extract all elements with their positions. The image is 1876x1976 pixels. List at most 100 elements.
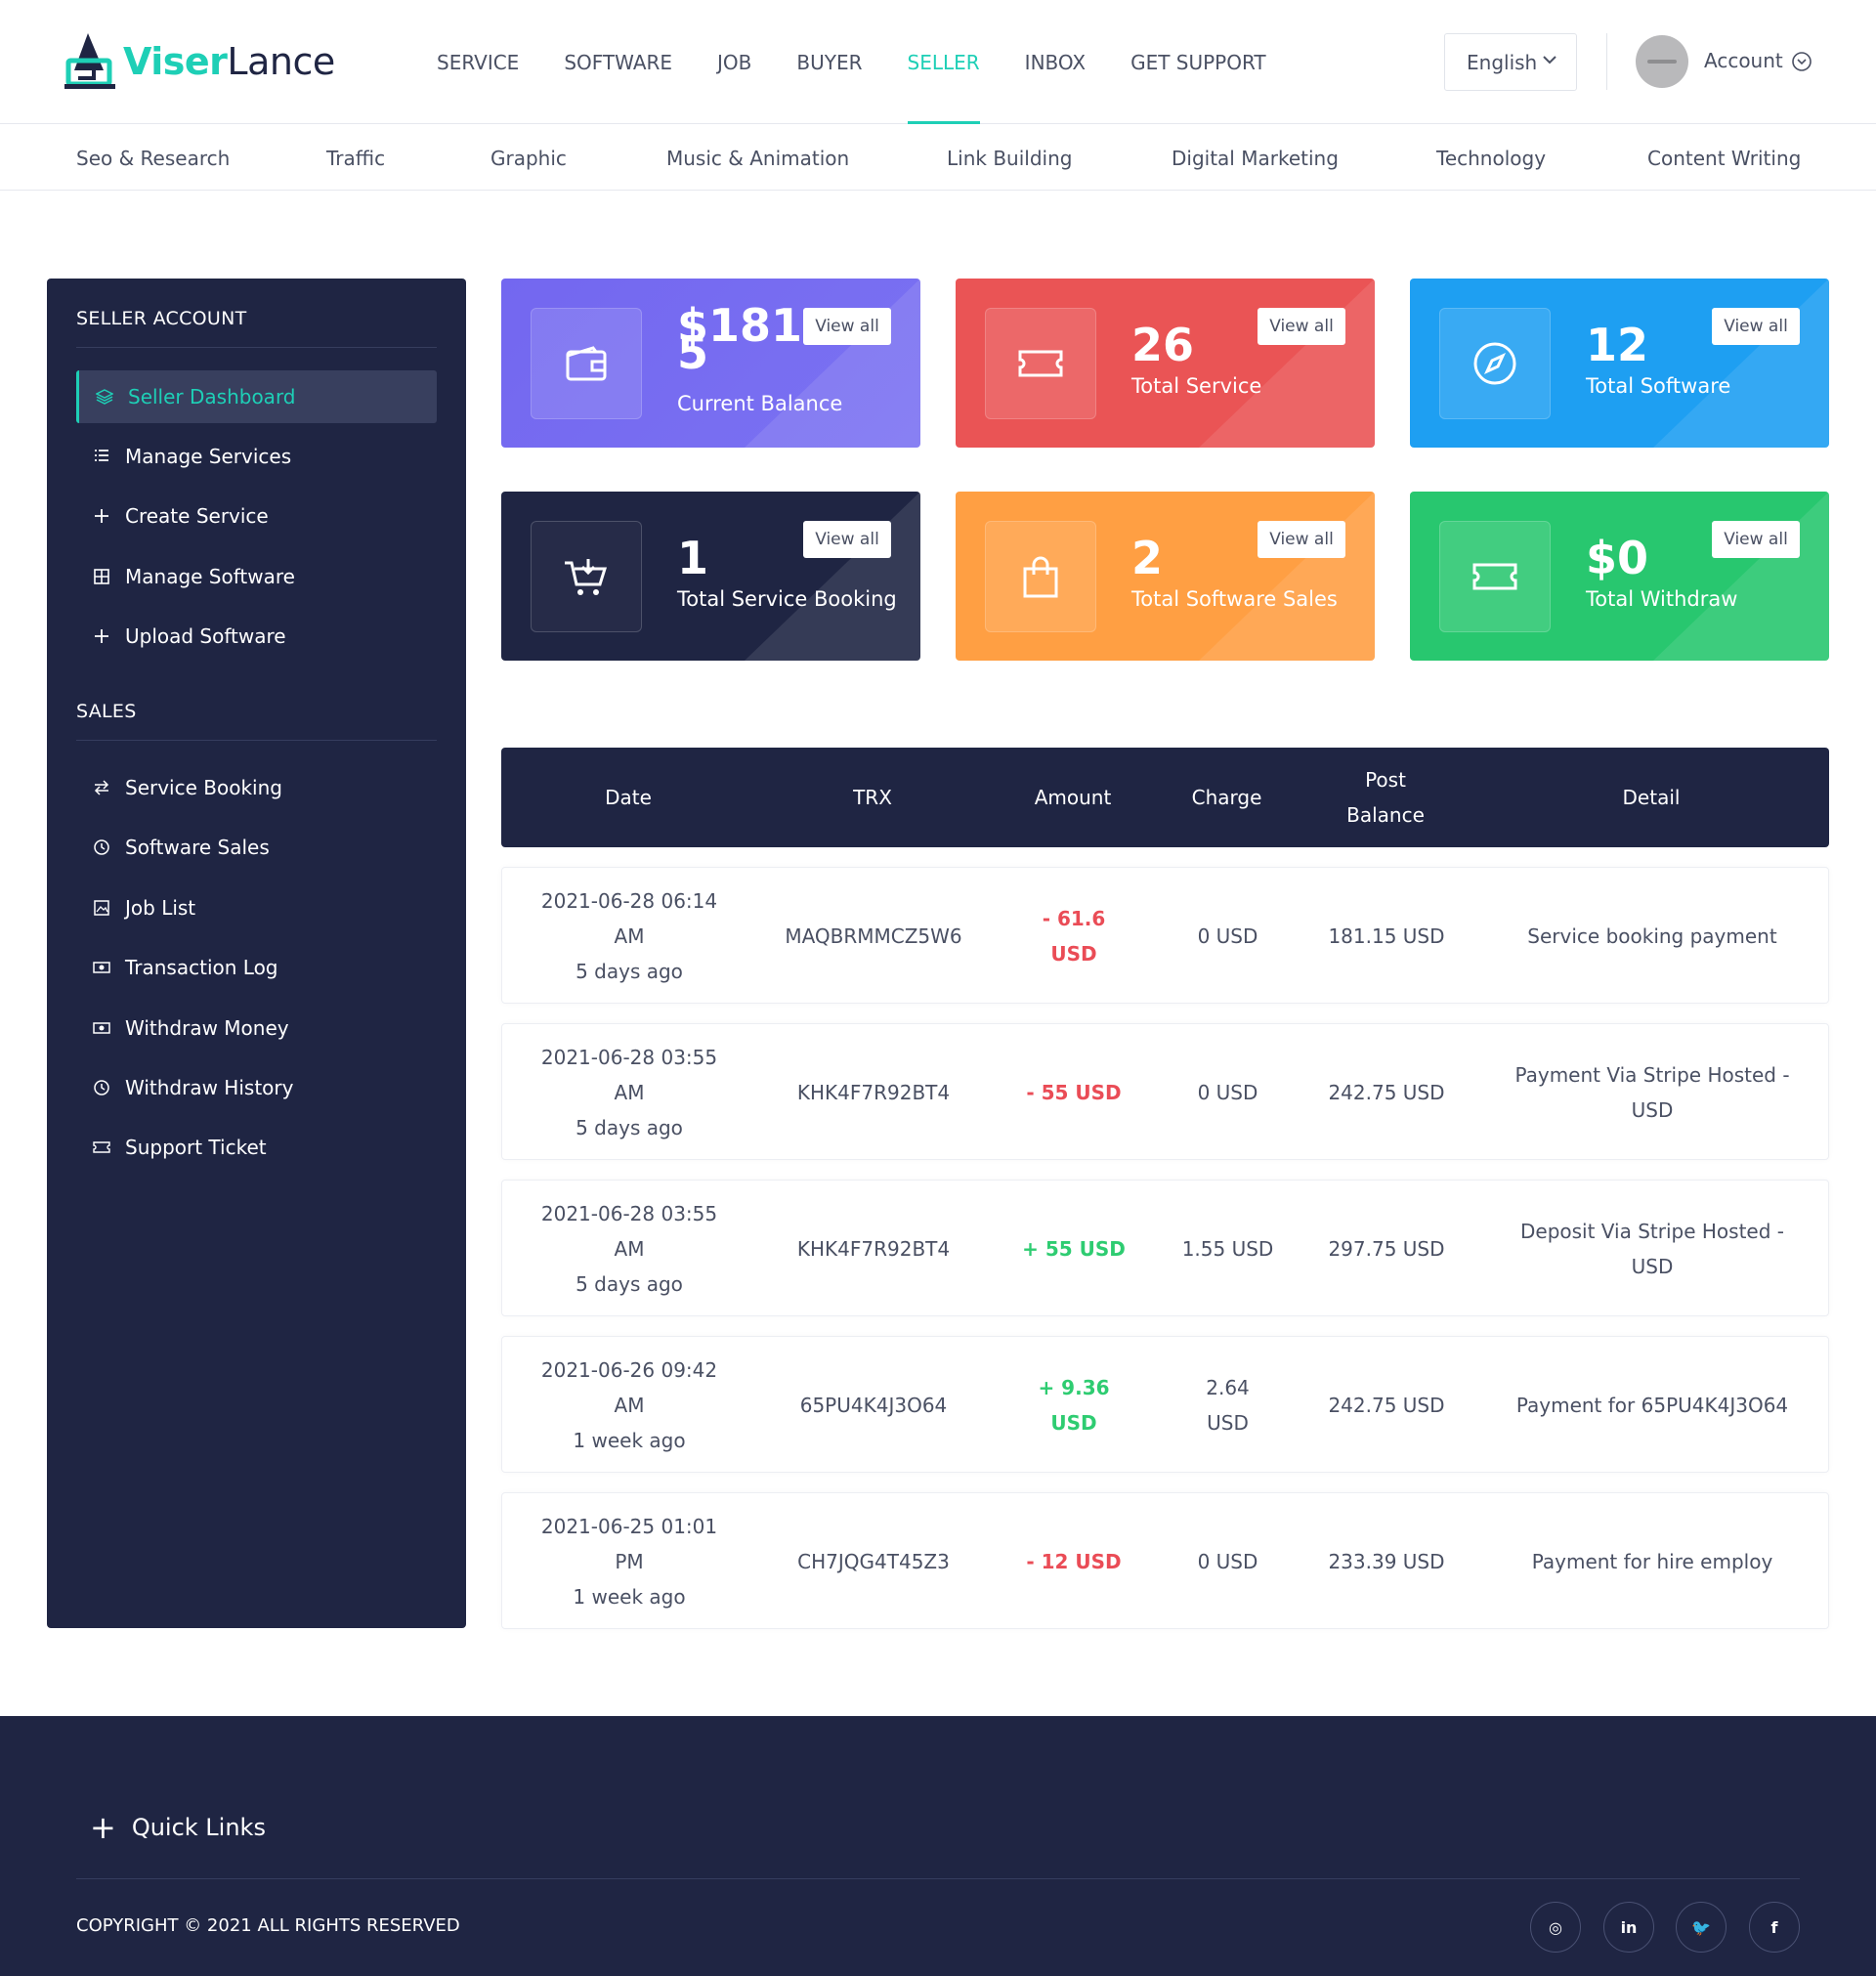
cell-trx: CH7JQG4T45Z3 [797,1550,950,1573]
quick-links-toggle[interactable]: + Quick Links [90,1809,266,1846]
cell-trx: MAQBRMMCZ5W6 [785,924,962,948]
charge-value: 0 USD [1197,1550,1258,1573]
card-total-service-booking: 1 Total Service Booking View all [501,492,920,661]
instagram-icon[interactable]: ◎ [1530,1902,1581,1953]
sidebar-section-sales: SALES [76,701,137,722]
money-icon [92,958,111,977]
sidebar-item-label: Withdraw Money [125,1016,289,1040]
twitter-icon[interactable]: 🐦 [1676,1902,1727,1953]
sidebar-item-label: Create Service [125,504,269,528]
time-suffix: AM [614,1237,645,1261]
card-label: Total Service Booking [677,587,897,611]
account-menu[interactable]: Account [1704,49,1783,72]
transactions-table-header: Date TRX Amount Charge Post Balance Deta… [501,748,1829,847]
avatar[interactable] [1636,35,1688,88]
sidebar-item-label: Upload Software [125,624,286,648]
nav-buyer[interactable]: BUYER [796,0,862,124]
card-value: 12 [1586,319,1649,371]
sidebar-item-software-sales[interactable]: Software Sales [76,821,437,874]
cell-date: 2021-06-28 03:55 AM 5 days ago [502,1181,756,1317]
chevron-circle-down-icon[interactable] [1791,51,1812,72]
view-all-button[interactable]: View all [1258,308,1345,345]
footer-divider [76,1878,1800,1879]
view-all-button[interactable]: View all [803,308,891,345]
detail-line1: Deposit Via Stripe Hosted - [1519,1220,1784,1243]
category-graphic[interactable]: Graphic [490,147,567,170]
history-icon [92,838,111,857]
category-technology[interactable]: Technology [1436,147,1546,170]
time-suffix: AM [614,1081,645,1104]
card-total-software: 12 Total Software View all [1410,279,1829,448]
plus-icon: + [90,1809,116,1846]
category-music-animation[interactable]: Music & Animation [666,147,849,170]
detail-line1: Payment Via Stripe Hosted - [1514,1063,1790,1087]
compass-icon [1439,308,1551,419]
site-footer: + Quick Links COPYRIGHT © 2021 ALL RIGHT… [0,1716,1876,1976]
nav-seller[interactable]: SELLER [907,0,980,124]
sidebar-item-manage-software[interactable]: Manage Software [76,550,437,603]
card-value: $0 [1586,532,1649,584]
amount-value: - 55 USD [1026,1081,1122,1104]
card-total-service: 26 Total Service View all [956,279,1375,448]
view-all-button[interactable]: View all [1258,521,1345,558]
sidebar-item-transaction-log[interactable]: Transaction Log [76,941,437,994]
table-row: 2021-06-28 03:55 AM 5 days ago KHK4F7R92BT4… [501,1023,1829,1160]
category-seo-research[interactable]: Seo & Research [76,147,230,170]
cell-amount: - 12 USD [991,1493,1157,1630]
logo-text-part1: Viser [123,40,228,83]
sidebar-item-manage-services[interactable]: Manage Services [76,430,437,483]
sidebar-item-support-ticket[interactable]: Support Ticket [76,1121,437,1174]
ticket-icon [1439,521,1551,632]
sidebar-item-create-service[interactable]: Create Service [76,490,437,542]
nav-service[interactable]: SERVICE [437,0,519,124]
view-all-button[interactable]: View all [1712,308,1800,345]
detail-line1: Payment for 65PU4K4J3O64 [1515,1394,1789,1417]
sidebar-item-seller-dashboard[interactable]: Seller Dashboard [76,370,437,423]
cell-post-balance: 233.39 USD [1328,1550,1445,1573]
relative-time: 1 week ago [573,1585,686,1609]
detail-line2: USD [1631,1255,1674,1278]
sidebar-item-withdraw-money[interactable]: Withdraw Money [76,1002,437,1054]
charge-value: 0 USD [1197,924,1258,948]
column-header-post-line1: Post [1365,768,1406,792]
category-link-building[interactable]: Link Building [947,147,1072,170]
card-value: 2 [1131,532,1164,584]
column-header-charge: Charge [1191,786,1262,809]
sidebar-item-job-list[interactable]: Job List [76,881,437,934]
nav-job[interactable]: JOB [717,0,751,124]
nav-get-support[interactable]: GET SUPPORT [1130,0,1266,124]
relative-time: 1 week ago [573,1429,686,1452]
sidebar-item-label: Software Sales [125,836,270,859]
category-digital-marketing[interactable]: Digital Marketing [1172,147,1339,170]
sidebar-section-seller-account: SELLER ACCOUNT [76,308,247,329]
nav-inbox[interactable]: INBOX [1025,0,1086,124]
sidebar-item-label: Support Ticket [125,1136,267,1159]
card-value: 26 [1131,319,1195,371]
facebook-icon[interactable]: f [1749,1902,1800,1953]
category-content-writing[interactable]: Content Writing [1647,147,1801,170]
sidebar-divider [76,740,437,741]
site-header: ViserLance SERVICE SOFTWARE JOB BUYER SE… [0,0,1876,124]
header-divider [1606,33,1607,90]
nav-software[interactable]: SOFTWARE [564,0,672,124]
quick-links-label: Quick Links [131,1814,266,1841]
cell-trx: KHK4F7R92BT4 [796,1081,951,1104]
linkedin-icon[interactable]: in [1603,1902,1654,1953]
sidebar-item-withdraw-history[interactable]: Withdraw History [76,1061,437,1114]
view-all-button[interactable]: View all [803,521,891,558]
cell-detail: Payment Via Stripe Hosted - USD [1474,1024,1830,1161]
language-select[interactable]: English [1444,33,1577,91]
sidebar-item-upload-software[interactable]: Upload Software [76,610,437,663]
copyright: COPYRIGHT © 2021 ALL RIGHTS RESERVED [76,1915,460,1936]
date-text: 2021-06-25 01:01 [540,1515,718,1538]
sidebar-item-service-booking[interactable]: Service Booking [76,761,437,814]
logo[interactable]: ViserLance [64,31,335,92]
view-all-button[interactable]: View all [1712,521,1800,558]
card-label: Total Service [1131,374,1262,398]
charge-value: 2.64 [1206,1376,1250,1399]
cell-post-balance: 181.15 USD [1328,924,1445,948]
cell-charge: 2.64 USD [1157,1337,1299,1474]
cell-post-balance: 297.75 USD [1328,1237,1445,1261]
category-traffic[interactable]: Traffic [326,147,385,170]
cell-date: 2021-06-28 06:14 AM 5 days ago [502,868,756,1005]
